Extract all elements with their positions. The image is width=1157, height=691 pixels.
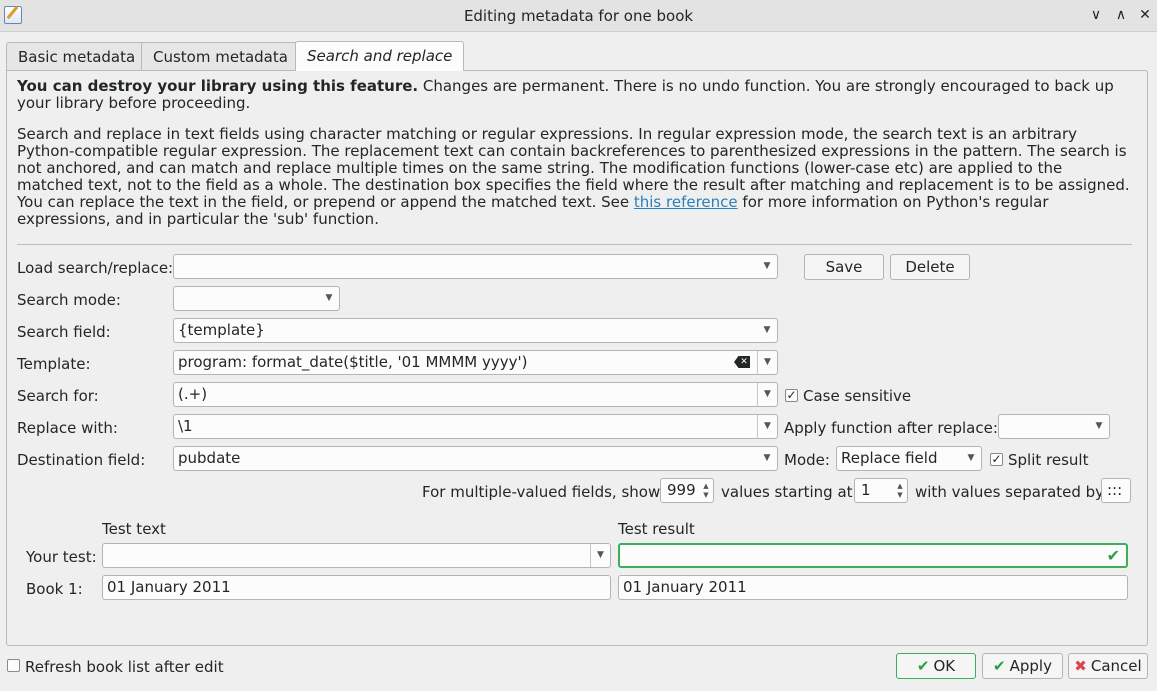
multi-count-spinbox[interactable]: 999 ▲ ▼ [660, 478, 714, 503]
save-button[interactable]: Save [804, 254, 884, 280]
combo-value: pubdate [178, 449, 241, 467]
spin-down-icon[interactable]: ▼ [895, 491, 905, 499]
cancel-x-icon: ✖ [1074, 657, 1087, 675]
chevron-down-icon[interactable]: ▼ [757, 383, 777, 406]
chevron-down-icon: ▼ [763, 453, 771, 463]
minimize-chevron-icon[interactable]: ∨ [1086, 5, 1106, 25]
replace-mode-combo[interactable]: Replace field ▼ [836, 446, 982, 471]
chevron-down-icon: ▼ [763, 325, 771, 335]
checkmark-icon: ✔ [993, 657, 1006, 675]
chevron-down-icon[interactable]: ▼ [590, 544, 610, 567]
split-result-checkbox[interactable]: ✓ [990, 453, 1003, 466]
reference-link[interactable]: this reference [634, 193, 738, 211]
window-title: Editing metadata for one book [463, 7, 694, 25]
your-test-combo[interactable]: ▼ [102, 543, 611, 568]
spin-value: 999 [667, 481, 696, 499]
test-result-value: 01 January 2011 [623, 578, 747, 596]
tab-label: Search and replace [307, 47, 453, 65]
book1-label: Book 1: [26, 580, 83, 598]
destination-field-label: Destination field: [17, 451, 146, 469]
test-text-value: 01 January 2011 [107, 578, 231, 596]
separator-value: ::: [1107, 481, 1123, 499]
book1-test-result: 01 January 2011 [618, 575, 1128, 600]
chevron-down-icon[interactable]: ▼ [757, 351, 777, 374]
mode-label: Mode: [784, 451, 830, 469]
ok-button-label: OK [933, 657, 956, 675]
tab-search-and-replace[interactable]: Search and replace [295, 41, 465, 71]
search-for-label: Search for: [17, 387, 99, 405]
tab-label: Basic metadata [18, 48, 136, 66]
spin-up-icon[interactable]: ▲ [701, 482, 711, 490]
your-test-result: ✔ [618, 543, 1128, 568]
combo-value: Replace field [841, 449, 938, 467]
help-text: Search and replace in text fields using … [17, 126, 1132, 228]
multi-valued-suffix-label: with values separated by [915, 483, 1105, 501]
maximize-chevron-icon[interactable]: ∧ [1111, 5, 1131, 25]
apply-function-combo[interactable]: ▼ [998, 414, 1110, 439]
refresh-book-list-checkbox[interactable] [7, 659, 20, 672]
case-sensitive-checkbox[interactable]: ✓ [785, 389, 798, 402]
spin-value: 1 [861, 481, 871, 499]
delete-button[interactable]: Delete [890, 254, 970, 280]
replace-with-label: Replace with: [17, 419, 118, 437]
search-mode-combo[interactable]: ▼ [173, 286, 340, 311]
replace-with-combo[interactable]: \1 ▼ [173, 414, 778, 439]
apply-button-label: Apply [1009, 657, 1052, 675]
tab-label: Custom metadata [153, 48, 288, 66]
book1-test-text[interactable]: 01 January 2011 [102, 575, 611, 600]
ok-button[interactable]: ✔ OK [896, 653, 976, 679]
multi-separator-input[interactable]: ::: [1101, 478, 1131, 503]
template-label: Template: [17, 355, 91, 373]
search-field-label: Search field: [17, 323, 111, 341]
template-value: program: format_date($title, '01 MMMM yy… [178, 353, 528, 371]
test-result-header: Test result [618, 520, 695, 538]
spin-down-icon[interactable]: ▼ [701, 491, 711, 499]
warning-text: You can destroy your library using this … [17, 78, 1132, 112]
chevron-down-icon[interactable]: ▼ [757, 415, 777, 438]
apply-function-label: Apply function after replace: [784, 419, 998, 437]
test-text-header: Test text [102, 520, 166, 538]
tab-custom-metadata[interactable]: Custom metadata [141, 42, 300, 70]
combo-value: (.+) [178, 385, 208, 403]
spin-up-icon[interactable]: ▲ [895, 482, 905, 490]
template-input[interactable]: program: format_date($title, '01 MMMM yy… [173, 350, 778, 375]
checkmark-icon: ✔ [916, 657, 930, 675]
close-icon[interactable]: ✕ [1135, 5, 1155, 25]
chevron-down-icon: ▼ [763, 261, 771, 271]
search-mode-label: Search mode: [17, 291, 121, 309]
combo-value: {template} [178, 321, 265, 339]
warning-bold: You can destroy your library using this … [17, 77, 419, 95]
search-for-combo[interactable]: (.+) ▼ [173, 382, 778, 407]
tab-basic-metadata[interactable]: Basic metadata [6, 42, 148, 70]
chevron-down-icon: ▼ [325, 293, 333, 303]
multi-valued-prefix-label: For multiple-valued fields, show [422, 483, 661, 501]
load-search-replace-combo[interactable]: ▼ [173, 254, 778, 279]
multi-start-spinbox[interactable]: 1 ▲ ▼ [854, 478, 908, 503]
cancel-button-label: Cancel [1090, 657, 1142, 675]
chevron-down-icon: ▼ [1095, 421, 1103, 431]
combo-value: \1 [178, 417, 193, 435]
clear-text-icon[interactable]: ✕ [734, 356, 750, 368]
refresh-book-list-label: Refresh book list after edit [25, 658, 224, 676]
cancel-button[interactable]: ✖ Cancel [1068, 653, 1148, 679]
search-field-combo[interactable]: {template} ▼ [173, 318, 778, 343]
split-result-label: Split result [1008, 451, 1089, 469]
case-sensitive-label: Case sensitive [803, 387, 912, 405]
apply-button[interactable]: ✔ Apply [982, 653, 1063, 679]
chevron-down-icon: ▼ [967, 453, 975, 463]
multi-valued-mid-label: values starting at [721, 483, 853, 501]
destination-field-combo[interactable]: pubdate ▼ [173, 446, 778, 471]
separator [17, 244, 1132, 245]
your-test-label: Your test: [26, 548, 97, 566]
load-search-replace-label: Load search/replace: [17, 259, 174, 277]
checkmark-icon: ✔ [1106, 546, 1120, 565]
